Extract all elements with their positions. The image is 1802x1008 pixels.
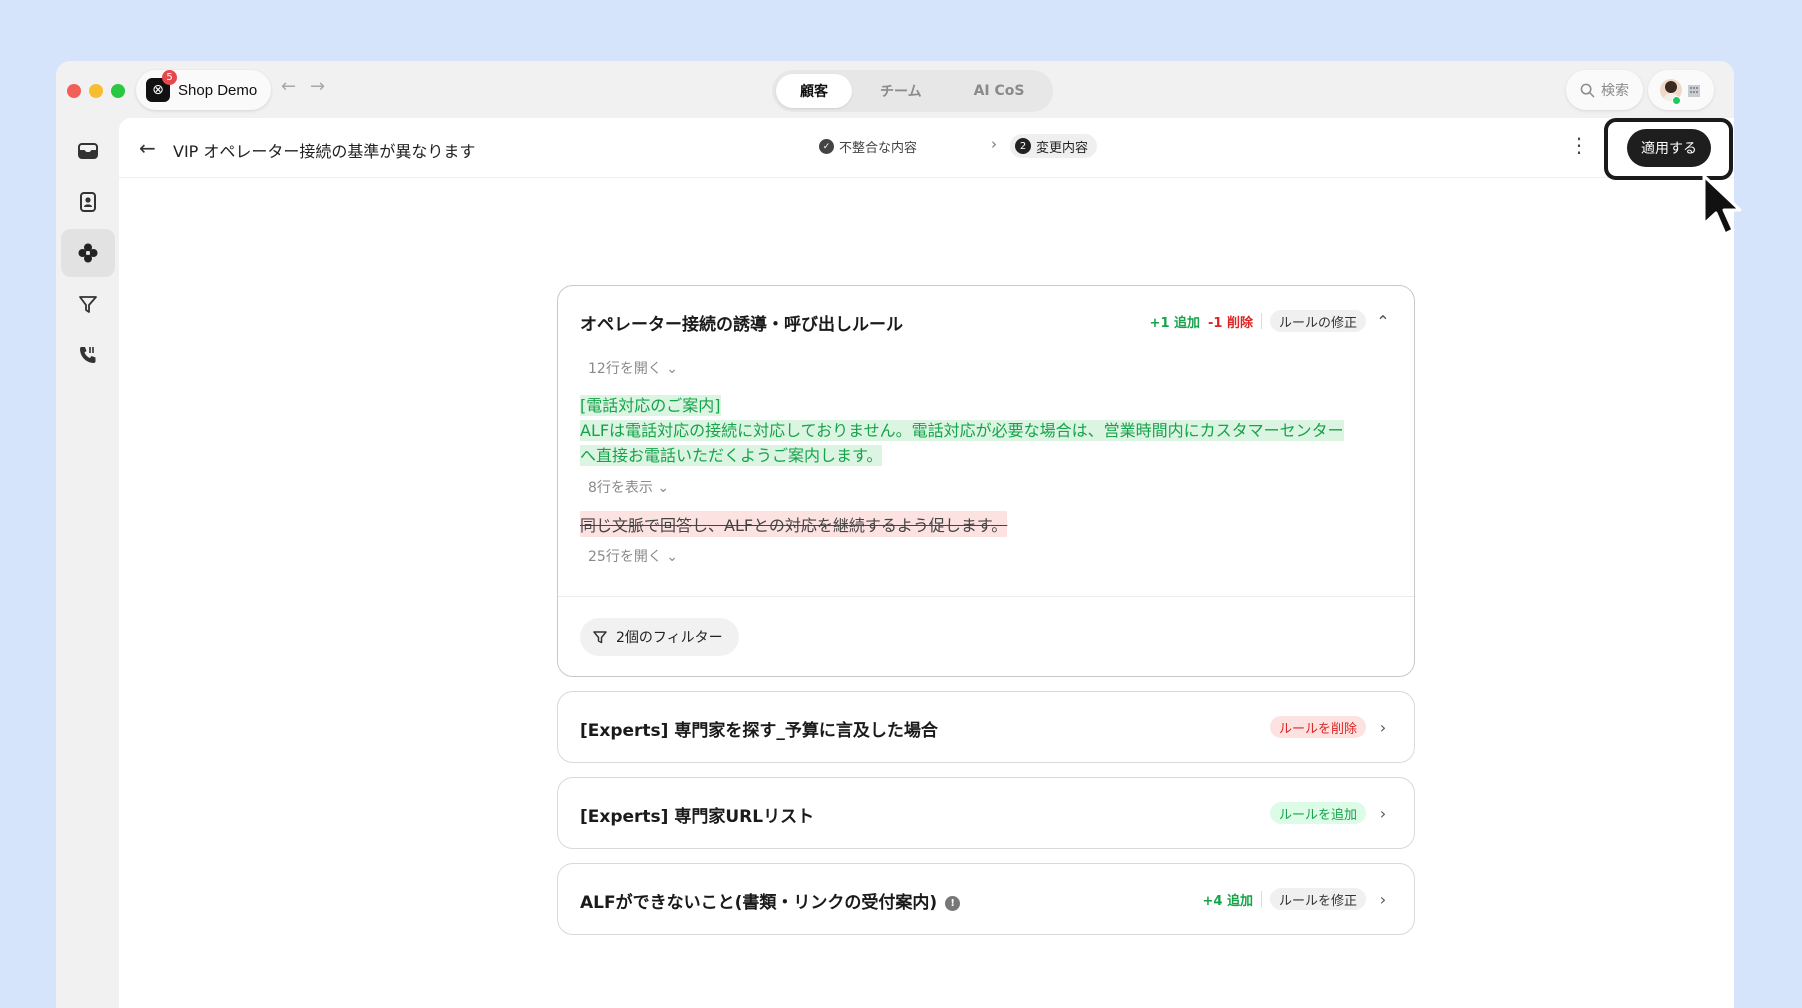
history-back-icon[interactable]: ←: [281, 76, 296, 97]
rule-card-title: オペレーター接続の誘導・呼び出しルール: [580, 315, 903, 335]
expand-lines-top[interactable]: 12行を開く ⌄: [588, 358, 678, 378]
divider: [1260, 891, 1262, 907]
filter-chip-label: 2個のフィルター: [616, 630, 723, 646]
chevron-right-icon[interactable]: ›: [1374, 804, 1392, 823]
chevron-right-icon[interactable]: ›: [1374, 890, 1392, 909]
expand-lines-top-label: 12行を開く: [588, 361, 662, 377]
sidebar-item-marketing[interactable]: [61, 280, 115, 328]
online-status-icon: [1672, 96, 1681, 105]
page-header: ← VIP オペレーター接続の基準が異なります ✓ 不整合な内容 › 2 変更内…: [119, 118, 1734, 180]
rule-status-badge: ルールを修正: [1269, 888, 1366, 910]
rule-status-badge: ルールを削除: [1269, 716, 1366, 738]
chevron-right-icon: ›: [991, 135, 997, 153]
more-options-icon[interactable]: ⋮: [1569, 135, 1589, 155]
card-divider: [558, 596, 1414, 597]
expand-lines-mid[interactable]: 8行を表示 ⌄: [588, 477, 669, 497]
chevron-down-icon: ⌄: [666, 549, 679, 565]
breadcrumb-step-inconsistency[interactable]: ✓ 不整合な内容: [819, 137, 917, 156]
rule-card-meta: ルールを追加 ›: [1269, 802, 1392, 824]
step-number-badge: 2: [1015, 138, 1031, 154]
tab-ai-cos[interactable]: AI CoS: [950, 74, 1049, 108]
chevron-down-icon: ⌄: [666, 361, 679, 377]
apply-button[interactable]: 適用する: [1627, 129, 1711, 167]
sidebar-item-alf[interactable]: [61, 229, 115, 277]
search-icon: [1580, 83, 1595, 97]
added-count: +4 追加: [1202, 893, 1253, 909]
page-title: VIP オペレーター接続の基準が異なります: [173, 142, 476, 161]
chevron-up-icon[interactable]: ⌃: [1374, 312, 1392, 331]
workspace-switcher[interactable]: ⊗ 5 Shop Demo: [136, 70, 272, 110]
sidebar-item-inbox[interactable]: [61, 127, 115, 175]
inbox-icon: [78, 143, 98, 159]
main-tabs: 顧客 チーム AI CoS: [772, 70, 1053, 112]
minimize-window-button[interactable]: [89, 84, 103, 98]
notification-badge: 5: [162, 70, 177, 85]
rule-status-badge: ルールの修正: [1269, 310, 1366, 332]
phone-icon: [80, 347, 96, 363]
added-line: へ直接お電話いただくようご案内します。: [580, 445, 883, 466]
rule-card-title-text: ALFができないこと(書類・リンクの受付案内): [580, 893, 938, 913]
rule-card-meta: ルールを削除 ›: [1269, 716, 1392, 738]
tab-customers[interactable]: 顧客: [776, 74, 852, 108]
history-forward-icon[interactable]: →: [310, 76, 325, 97]
expand-lines-mid-label: 8行を表示: [588, 480, 653, 496]
removed-line: 同じ文脈で回答し、ALFとの対応を継続するよう促します。: [580, 511, 1008, 537]
rule-card-experts-url[interactable]: [Experts] 専門家URLリスト ルールを追加 ›: [557, 777, 1415, 849]
search-label: 検索: [1601, 83, 1629, 99]
building-icon: [1688, 85, 1700, 97]
filter-icon: [593, 631, 607, 644]
breadcrumb-step1-label: 不整合な内容: [839, 141, 918, 156]
info-icon[interactable]: !: [945, 895, 961, 911]
search-button[interactable]: 検索: [1566, 70, 1643, 110]
added-count: +1 追加: [1149, 315, 1201, 331]
maximize-window-button[interactable]: [111, 84, 125, 98]
contacts-icon: [80, 192, 96, 212]
breadcrumb-step-changes[interactable]: 2 変更内容: [1010, 134, 1098, 158]
mouse-pointer-icon: [1702, 174, 1742, 236]
rule-card-title: [Experts] 専門家を探す_予算に言及した場合: [580, 721, 938, 741]
breadcrumb-step2-label: 変更内容: [1036, 140, 1089, 156]
workspace-name: Shop Demo: [178, 81, 258, 99]
close-window-button[interactable]: [67, 84, 81, 98]
tab-team[interactable]: チーム: [856, 74, 946, 108]
back-arrow-icon[interactable]: ←: [139, 136, 156, 160]
rule-card-experts-budget[interactable]: [Experts] 専門家を探す_予算に言及した場合 ルールを削除 ›: [557, 691, 1415, 763]
filter-chip[interactable]: 2個のフィルター: [580, 618, 739, 656]
content-panel: ← VIP オペレーター接続の基準が異なります ✓ 不整合な内容 › 2 変更内…: [119, 118, 1734, 1008]
rule-status-badge: ルールを追加: [1269, 802, 1366, 824]
marketing-icon: [79, 296, 97, 313]
divider: [1260, 313, 1262, 329]
added-lines: [電話対応のご案内] ALFは電話対応の接続に対応しておりません。電話対応が必要…: [580, 393, 1391, 468]
rule-card-operator: オペレーター接続の誘導・呼び出しルール +1 追加 -1 削除 ルールの修正 ⌃…: [557, 285, 1415, 677]
removed-count: -1 削除: [1208, 315, 1253, 331]
expand-lines-bottom-label: 25行を開く: [588, 549, 662, 565]
rule-card-meta: +1 追加 -1 削除 ルールの修正 ⌃: [1150, 310, 1392, 332]
expand-lines-bottom[interactable]: 25行を開く ⌄: [588, 546, 678, 566]
rule-card-title: ALFができないこと(書類・リンクの受付案内)!: [580, 888, 961, 913]
chevron-down-icon: ⌄: [657, 480, 670, 496]
check-circle-icon: ✓: [819, 139, 834, 154]
sidebar-item-contacts[interactable]: [61, 178, 115, 226]
rule-card-alf-limits[interactable]: ALFができないこと(書類・リンクの受付案内)! +4 追加 ルールを修正 ›: [557, 863, 1415, 935]
workspace-logo-icon: ⊗ 5: [146, 70, 177, 102]
rule-card-title: [Experts] 専門家URLリスト: [580, 807, 815, 827]
workspace-logo-glyph: ⊗: [152, 82, 164, 98]
sidebar-item-phone[interactable]: [61, 331, 115, 379]
app-window: ⊗ 5 Shop Demo ← → 顧客 チーム AI CoS 検索 ← VIP…: [56, 61, 1734, 1008]
added-line: [電話対応のご案内]: [580, 395, 721, 416]
chevron-right-icon[interactable]: ›: [1374, 718, 1392, 737]
added-line: ALFは電話対応の接続に対応しておりません。電話対応が必要な場合は、営業時間内に…: [580, 420, 1344, 441]
profile-button[interactable]: [1648, 70, 1714, 110]
alf-icon: [78, 243, 98, 263]
rule-card-meta: +4 追加 ルールを修正 ›: [1203, 888, 1392, 910]
